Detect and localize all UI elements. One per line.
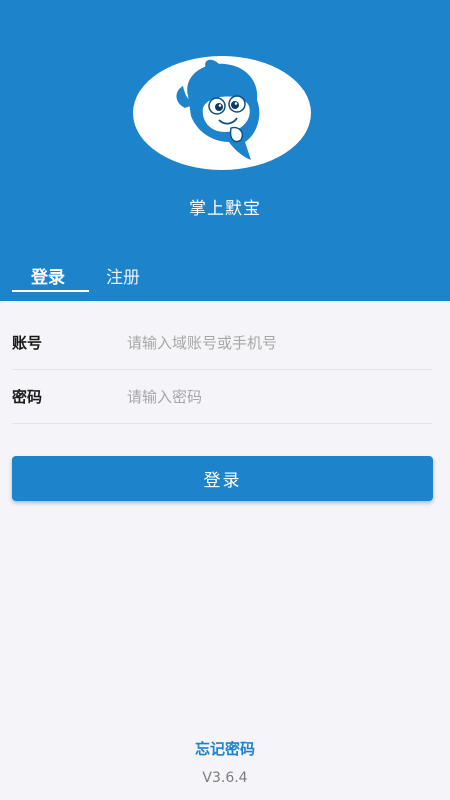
forgot-password-link[interactable]: 忘记密码 <box>0 738 450 759</box>
tab-register[interactable]: 注册 <box>106 263 140 289</box>
password-input[interactable] <box>127 382 427 412</box>
account-input[interactable] <box>127 328 427 358</box>
account-row: 账号 <box>0 316 450 370</box>
password-row: 密码 <box>0 370 450 424</box>
active-tab-indicator <box>12 290 89 292</box>
app-name: 掌上默宝 <box>189 199 261 219</box>
account-label: 账号 <box>12 334 43 352</box>
password-label: 密码 <box>12 388 43 406</box>
header-banner: 掌上默宝 登录 注册 <box>0 0 450 301</box>
login-button[interactable]: 登录 <box>12 456 433 501</box>
app-logo <box>133 56 311 170</box>
divider <box>12 423 432 424</box>
tab-login[interactable]: 登录 <box>31 263 65 289</box>
dolphin-mascot-icon <box>176 59 260 160</box>
version-text: V3.6.4 <box>202 770 248 786</box>
